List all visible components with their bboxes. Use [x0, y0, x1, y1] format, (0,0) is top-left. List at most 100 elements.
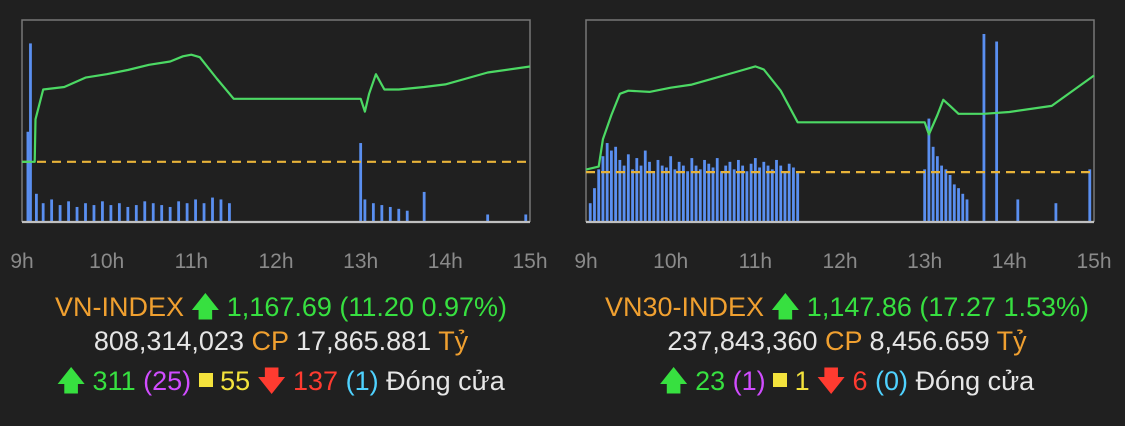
x-tick-label: 15h: [512, 250, 547, 273]
volume-bar: [940, 165, 943, 222]
volume-bar: [766, 165, 770, 222]
volume-bar: [935, 156, 939, 222]
market-status: Đóng cửa: [386, 366, 505, 396]
volume-bar: [732, 169, 736, 222]
volume-bar: [982, 34, 986, 222]
volume-bar: [796, 173, 800, 222]
volume-bar: [673, 169, 677, 222]
volume-bar: [388, 206, 392, 222]
volume-bar: [397, 208, 401, 222]
x-tick-label: 10h: [89, 250, 124, 273]
volume-bar: [995, 41, 999, 222]
volume-bar: [67, 201, 70, 222]
volume-bar: [643, 150, 647, 222]
volume-bar: [690, 158, 694, 222]
volume-bar: [753, 158, 757, 222]
volume-bar: [957, 188, 960, 222]
volume-bar: [631, 169, 634, 222]
index-line: [585, 65, 1095, 171]
vnindex-chart: 9h 10h 11h 12h 13h 14h 15h: [10, 19, 548, 273]
volume-bar: [656, 159, 660, 222]
index-line: [22, 53, 531, 163]
volume-bar: [703, 159, 706, 222]
vn30-chart: 9h 10h 11h 12h 13h 14h 15h: [574, 19, 1112, 273]
volume-bar: [605, 143, 609, 222]
unit-label: Tỷ: [996, 326, 1027, 356]
volume-bar: [168, 206, 172, 222]
advances-count: 311: [92, 366, 136, 396]
volume-bar: [134, 205, 138, 222]
x-tick-label: 9h: [574, 250, 597, 273]
volume-value: 808,314,023: [93, 326, 244, 356]
volume-bar: [1016, 199, 1020, 222]
volume-bar: [109, 205, 113, 222]
volume-bar: [618, 159, 622, 222]
volume-bar: [952, 184, 956, 222]
x-tick-label: 12h: [258, 250, 293, 273]
volume-bar: [961, 193, 965, 222]
volume-bar: [41, 203, 45, 222]
arrow-down-icon: 🡇: [257, 366, 286, 396]
volume-bar: [34, 193, 38, 222]
turnover-value: 8,456.659: [869, 326, 990, 356]
index-value: 1,147.86: [806, 292, 912, 322]
volume-bar: [639, 165, 643, 222]
index-change: (17.27 1.53%): [919, 292, 1090, 322]
volume-bar: [758, 167, 761, 222]
volume-bar: [597, 169, 601, 222]
volume-bar: [101, 201, 104, 222]
vnindex-volume-line: 808,314,023 CP 17,865.881 Tỷ: [0, 326, 562, 357]
volume-bar: [762, 161, 766, 222]
advances-count: 23: [695, 366, 726, 396]
vnindex-breadth-line: 🡅 311 (25) 55 🡇 137 (1) Đóng cửa: [0, 362, 562, 408]
market-status: Đóng cửa: [915, 366, 1035, 396]
volume-bar: [931, 146, 935, 222]
volume-bar: [669, 156, 673, 222]
volume-bar: [724, 165, 728, 222]
volume-bar: [524, 214, 528, 222]
volume-bar: [737, 159, 740, 222]
x-tick-label: 13h: [907, 250, 942, 273]
floor-count: (1): [345, 366, 379, 396]
volume-bar: [635, 158, 639, 222]
volume-bar: [626, 154, 630, 222]
arrow-up-icon: 🡅: [57, 366, 86, 396]
volume-bar: [363, 199, 367, 222]
volume-bar: [84, 203, 87, 222]
volume-bar: [486, 214, 490, 222]
volume-bar: [965, 199, 969, 222]
volume-bar: [26, 131, 30, 222]
declines-count: 137: [293, 366, 339, 396]
volume-bar: [715, 158, 719, 222]
volume-bar: [770, 169, 774, 222]
volume-bar: [75, 206, 79, 222]
cp-label: CP: [824, 326, 863, 356]
volume-bar: [151, 203, 155, 222]
volume-bar: [775, 159, 778, 222]
volume-bar: [779, 165, 783, 222]
volume-bar: [783, 171, 787, 222]
volume-bar: [720, 171, 723, 222]
unchanged-square-icon: [773, 373, 788, 387]
volume-bar: [588, 203, 592, 222]
chart-frame: [21, 19, 531, 222]
index-value: 1,167.69: [226, 292, 332, 322]
ceiling-count: (1): [732, 366, 766, 396]
volume-bar: [923, 169, 927, 222]
volume-bar: [694, 165, 698, 222]
x-tick-label: 9h: [10, 250, 33, 273]
volume-bar: [359, 143, 363, 222]
turnover-value: 17,865.881: [296, 326, 432, 356]
x-tick-label: 14h: [992, 250, 1027, 273]
volume-bar: [380, 205, 384, 222]
volume-bar: [601, 156, 605, 222]
index-name: VN30-INDEX: [604, 292, 764, 322]
volume-bar: [660, 165, 664, 222]
unchanged-square-icon: [198, 373, 213, 387]
index-name: VN-INDEX: [54, 292, 184, 322]
volume-bar: [944, 169, 948, 222]
volume-bar: [792, 167, 795, 222]
volume-bar: [405, 210, 409, 222]
volume-bar: [610, 150, 613, 222]
volume-bar: [593, 188, 596, 222]
